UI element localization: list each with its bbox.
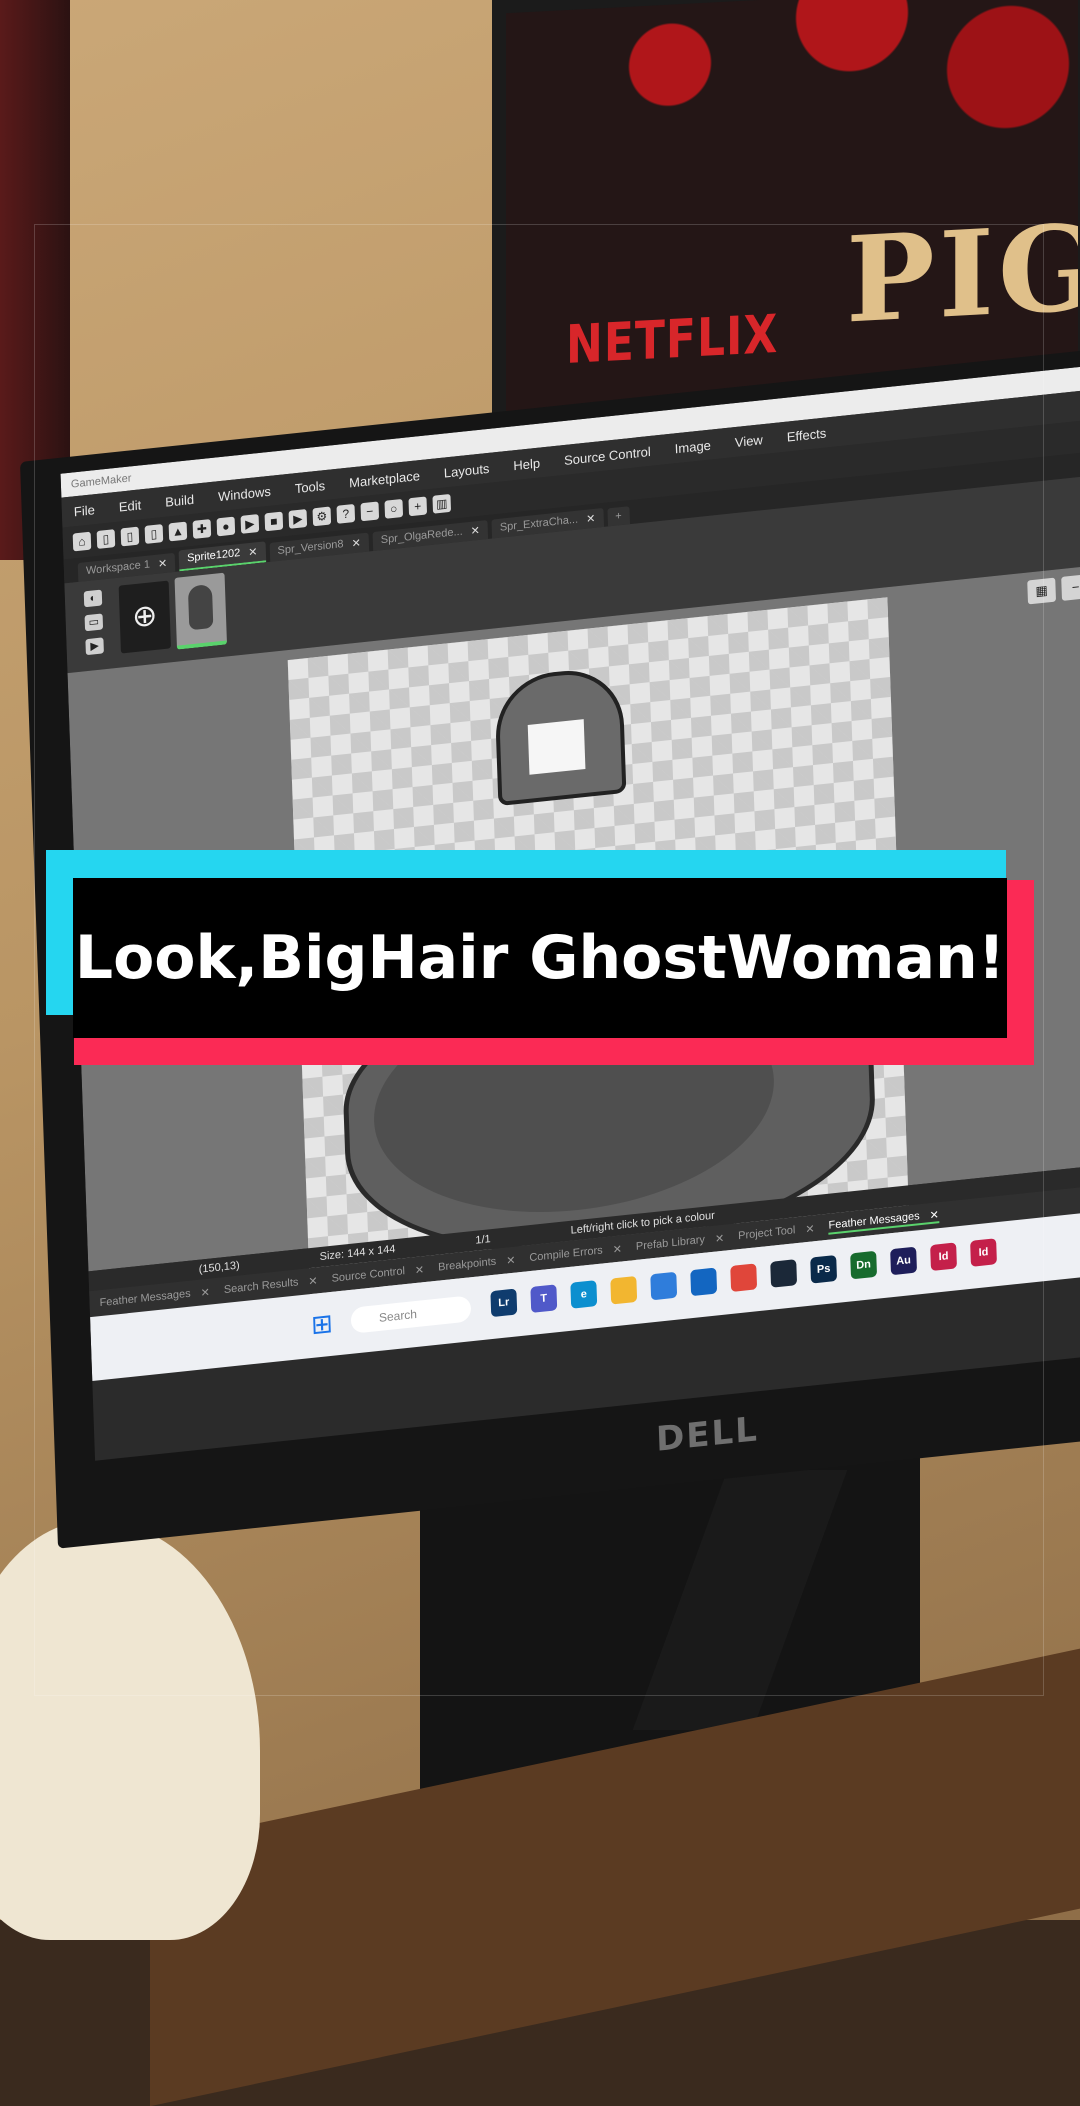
poster-artwork (566, 0, 1080, 211)
caption-text: Look,BigHair GhostWoman! (74, 923, 1006, 993)
zoom-out-icon[interactable]: − (1061, 574, 1080, 601)
